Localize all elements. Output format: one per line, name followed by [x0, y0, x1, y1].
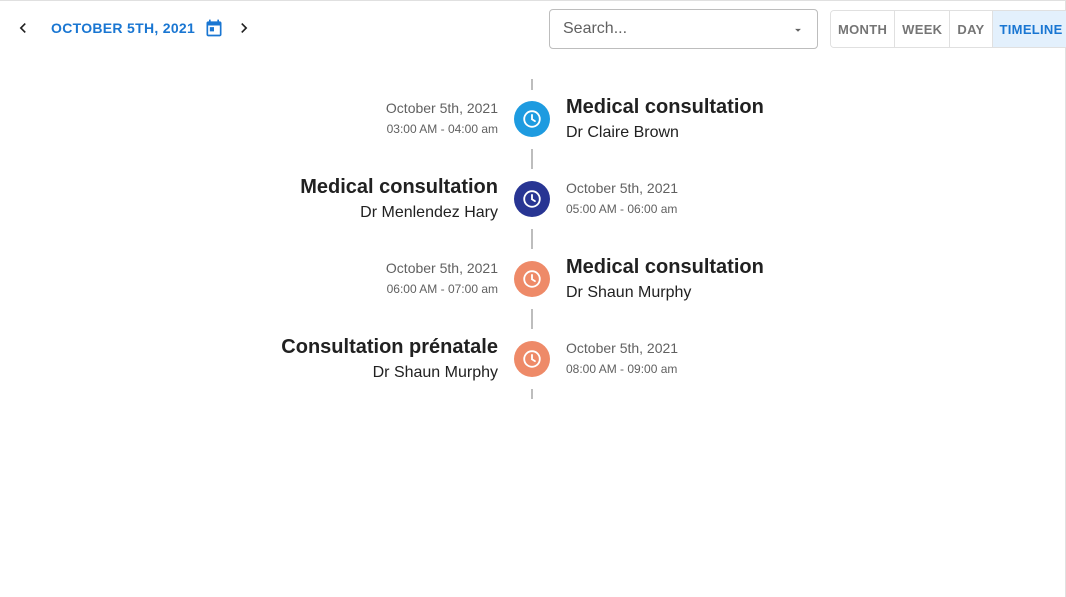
view-day-button[interactable]: DAY — [950, 11, 993, 47]
chevron-left-icon — [19, 23, 26, 33]
event-date: October 5th, 2021 — [566, 180, 679, 196]
clock-icon — [523, 270, 541, 288]
event-4-details[interactable]: Consultation prénatale Dr Shaun Murphy — [281, 335, 498, 383]
event-3-datetime: October 5th, 2021 06:00 AM - 07:00 am — [386, 259, 498, 297]
event-title: Medical consultation — [566, 96, 764, 118]
clock-icon — [523, 350, 541, 368]
event-2-marker[interactable] — [514, 181, 550, 217]
event-date: October 5th, 2021 — [385, 100, 498, 116]
view-timeline-button[interactable]: TIMELINE — [992, 11, 1066, 47]
event-doctor: Dr Claire Brown — [566, 124, 679, 141]
current-date-label: OCTOBER 5TH, 2021 — [51, 20, 196, 36]
view-switcher: MONTH WEEK DAY TIMELINE — [830, 10, 1066, 48]
chevron-right-icon — [241, 23, 248, 33]
scheduler-frame — [0, 0, 1066, 597]
current-date-button[interactable]: OCTOBER 5TH, 2021 — [51, 16, 224, 40]
event-time: 05:00 AM - 06:00 am — [566, 202, 678, 216]
event-doctor: Dr Menlendez Hary — [360, 204, 498, 221]
event-4-datetime: October 5th, 2021 08:00 AM - 09:00 am — [566, 339, 678, 377]
view-week-button[interactable]: WEEK — [895, 11, 951, 47]
timeline-connector — [531, 229, 533, 249]
search-input[interactable] — [550, 20, 770, 38]
timeline-connector — [531, 79, 533, 90]
caret-down-icon[interactable] — [791, 23, 805, 37]
event-title: Medical consultation — [566, 256, 764, 278]
clock-icon — [523, 190, 541, 208]
event-1-datetime: October 5th, 2021 03:00 AM - 04:00 am — [386, 99, 498, 137]
event-time: 03:00 AM - 04:00 am — [386, 122, 498, 136]
calendar-icon — [206, 19, 222, 37]
event-2-datetime: October 5th, 2021 05:00 AM - 06:00 am — [566, 179, 678, 217]
timeline-connector — [531, 389, 533, 399]
clock-icon — [523, 110, 541, 128]
event-doctor: Dr Shaun Murphy — [566, 284, 692, 301]
search-field[interactable] — [549, 9, 818, 49]
next-date-button[interactable] — [230, 14, 258, 42]
previous-date-button[interactable] — [9, 14, 37, 42]
event-date: October 5th, 2021 — [385, 260, 498, 276]
event-4-marker[interactable] — [514, 341, 550, 377]
event-1-details[interactable]: Medical consultation Dr Claire Brown — [566, 95, 764, 143]
event-doctor: Dr Shaun Murphy — [372, 364, 498, 381]
timeline-connector — [531, 309, 533, 329]
event-3-details[interactable]: Medical consultation Dr Shaun Murphy — [566, 255, 764, 303]
event-2-details[interactable]: Medical consultation Dr Menlendez Hary — [300, 175, 498, 223]
event-time: 08:00 AM - 09:00 am — [566, 362, 678, 376]
event-title: Consultation prénatale — [281, 336, 498, 358]
view-month-button[interactable]: MONTH — [831, 11, 896, 47]
event-date: October 5th, 2021 — [566, 340, 679, 356]
event-3-marker[interactable] — [514, 261, 550, 297]
event-title: Medical consultation — [300, 176, 498, 198]
event-time: 06:00 AM - 07:00 am — [386, 282, 498, 296]
timeline-connector — [531, 149, 533, 169]
event-1-marker[interactable] — [514, 101, 550, 137]
